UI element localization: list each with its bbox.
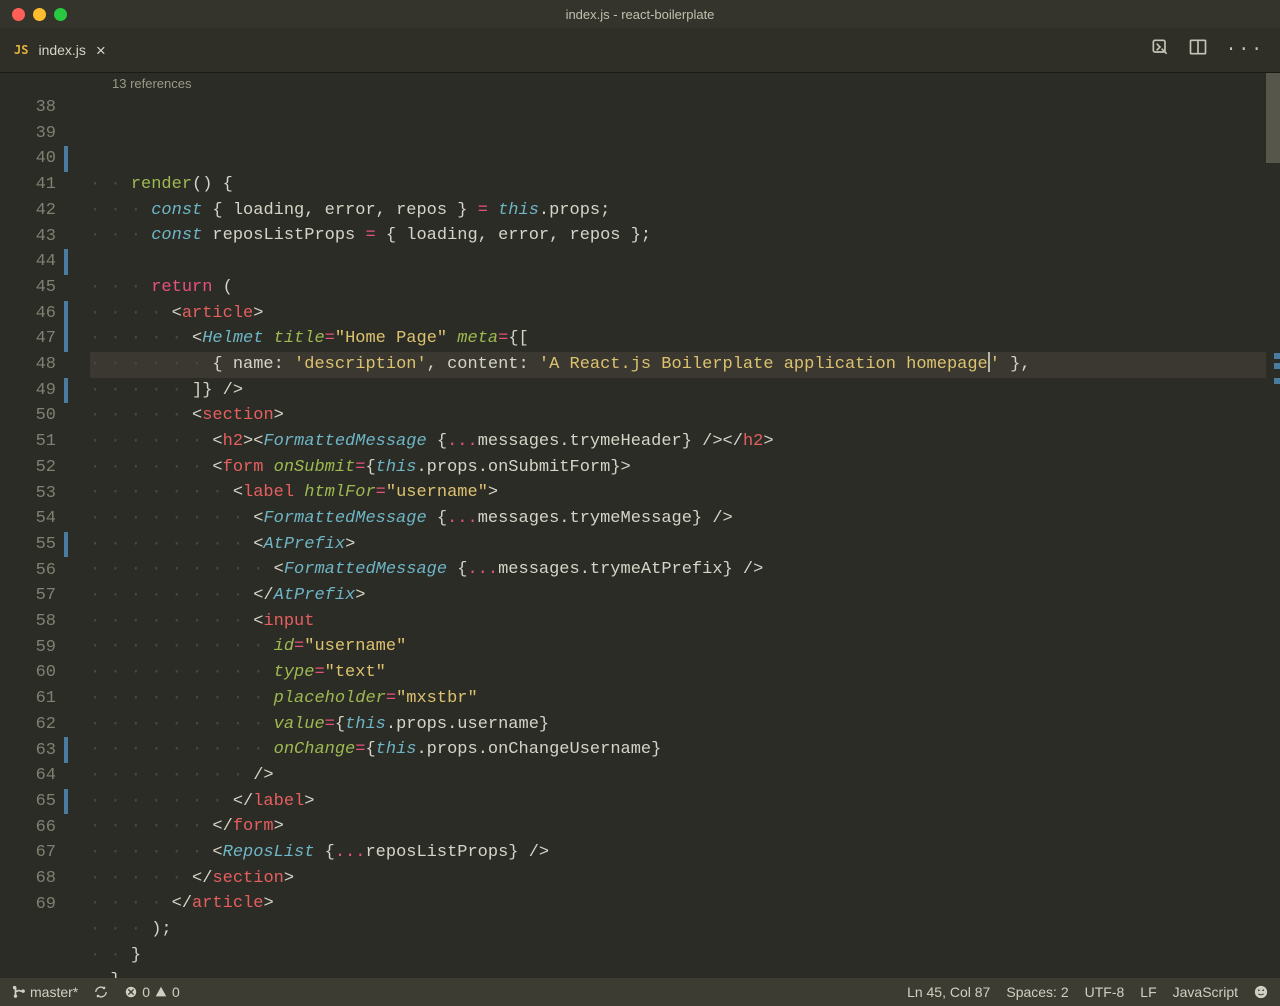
line-number: 49 xyxy=(0,378,56,404)
tab-indexjs[interactable]: JS index.js × xyxy=(0,28,120,72)
tab-filename: index.js xyxy=(38,42,85,58)
code-line[interactable]: · · · · · </section> xyxy=(90,866,1266,892)
status-language[interactable]: JavaScript xyxy=(1173,984,1238,1000)
line-number: 42 xyxy=(0,198,56,224)
code-line[interactable]: · · · · · · · · · <FormattedMessage {...… xyxy=(90,557,1266,583)
line-number: 52 xyxy=(0,455,56,481)
line-number: 54 xyxy=(0,506,56,532)
code-line[interactable]: · · · · · · </form> xyxy=(90,814,1266,840)
status-sync-icon[interactable] xyxy=(94,985,108,999)
line-number: 57 xyxy=(0,583,56,609)
tab-bar: JS index.js × ··· xyxy=(0,28,1280,73)
codelens-references[interactable]: 13 references xyxy=(112,73,192,97)
code-line[interactable]: · · · · · ]} /> xyxy=(90,378,1266,404)
line-number: 45 xyxy=(0,275,56,301)
maximize-window-icon[interactable] xyxy=(54,8,67,21)
code-line[interactable]: · · · const { loading, error, repos } = … xyxy=(90,198,1266,224)
overview-ruler-mark xyxy=(1274,363,1280,369)
tabbar-actions: ··· xyxy=(1150,28,1280,72)
code-line[interactable]: · · · · · · <h2><FormattedMessage {...me… xyxy=(90,429,1266,455)
code-line[interactable]: · · · · · · <form onSubmit={this.props.o… xyxy=(90,455,1266,481)
status-indentation[interactable]: Spaces: 2 xyxy=(1006,984,1068,1000)
line-number: 66 xyxy=(0,815,56,841)
overview-ruler-mark xyxy=(1274,353,1280,359)
line-number: 48 xyxy=(0,352,56,378)
line-number: 56 xyxy=(0,558,56,584)
code-line[interactable]: · · · · · · · · </AtPrefix> xyxy=(90,583,1266,609)
vertical-scrollbar[interactable] xyxy=(1266,73,1280,978)
code-line[interactable]: · · · · · <Helmet title="Home Page" meta… xyxy=(90,326,1266,352)
line-number: 38 xyxy=(0,95,56,121)
code-line[interactable]: · · · · · · · · · type="text" xyxy=(90,660,1266,686)
line-number-gutter: 3839404142434445464748495051525354555657… xyxy=(0,73,64,978)
status-bar: master* 0 0 Ln 45, Col 87 Spaces: 2 UTF-… xyxy=(0,978,1280,1006)
status-git-branch[interactable]: master* xyxy=(12,984,78,1000)
scrollbar-thumb[interactable] xyxy=(1266,73,1280,163)
line-number: 65 xyxy=(0,789,56,815)
status-encoding[interactable]: UTF-8 xyxy=(1085,984,1125,1000)
code-line[interactable]: · · · ); xyxy=(90,917,1266,943)
code-line[interactable]: · · · const reposListProps = { loading, … xyxy=(90,223,1266,249)
code-line[interactable]: · · · · · · · · · value={this.props.user… xyxy=(90,712,1266,738)
titlebar[interactable]: index.js - react-boilerplate xyxy=(0,0,1280,28)
code-line[interactable]: · · · · · · · </label> xyxy=(90,789,1266,815)
line-number: 68 xyxy=(0,866,56,892)
code-line[interactable]: · · · · · · · · <AtPrefix> xyxy=(90,532,1266,558)
line-number: 55 xyxy=(0,532,56,558)
split-editor-icon[interactable] xyxy=(1188,37,1208,63)
line-number: 58 xyxy=(0,609,56,635)
line-number: 39 xyxy=(0,121,56,147)
code-line[interactable]: · } xyxy=(90,968,1266,978)
window-controls xyxy=(12,8,67,21)
line-number: 64 xyxy=(0,763,56,789)
code-line[interactable]: · · · return ( xyxy=(90,275,1266,301)
line-number: 62 xyxy=(0,712,56,738)
code-line[interactable]: · · · · · · { name: 'description', conte… xyxy=(90,352,1266,378)
status-feedback-icon[interactable] xyxy=(1254,985,1268,999)
line-number: 53 xyxy=(0,481,56,507)
close-window-icon[interactable] xyxy=(12,8,25,21)
code-line[interactable]: · · · · · · · · · id="username" xyxy=(90,634,1266,660)
code-line[interactable]: · · · · · · <ReposList {...reposListProp… xyxy=(90,840,1266,866)
code-line[interactable]: · · · · <article> xyxy=(90,301,1266,327)
line-number: 67 xyxy=(0,840,56,866)
line-number: 61 xyxy=(0,686,56,712)
line-number: 60 xyxy=(0,660,56,686)
line-number: 43 xyxy=(0,224,56,250)
line-number: 41 xyxy=(0,172,56,198)
line-number: 69 xyxy=(0,892,56,918)
status-cursor-position[interactable]: Ln 45, Col 87 xyxy=(907,984,990,1000)
code-line[interactable]: · · · · · · · · /> xyxy=(90,763,1266,789)
status-problems[interactable]: 0 0 xyxy=(124,984,180,1000)
js-icon: JS xyxy=(14,43,28,57)
minimize-window-icon[interactable] xyxy=(33,8,46,21)
code-line[interactable]: · · · · · · · · · onChange={this.props.o… xyxy=(90,737,1266,763)
line-number: 44 xyxy=(0,249,56,275)
status-eol[interactable]: LF xyxy=(1140,984,1156,1000)
editor[interactable]: 3839404142434445464748495051525354555657… xyxy=(0,73,1280,978)
code-line[interactable]: · · render() { xyxy=(90,172,1266,198)
code-line[interactable]: · · · · · · · <label htmlFor="username"> xyxy=(90,480,1266,506)
more-actions-icon[interactable]: ··· xyxy=(1226,40,1264,60)
line-number: 40 xyxy=(0,146,56,172)
window-title: index.js - react-boilerplate xyxy=(0,7,1280,22)
code-line[interactable]: · · · · · · · · <input xyxy=(90,609,1266,635)
code-line[interactable]: · · · · </article> xyxy=(90,891,1266,917)
overview-ruler-mark xyxy=(1274,378,1280,384)
line-number: 50 xyxy=(0,403,56,429)
line-number: 46 xyxy=(0,301,56,327)
code-line[interactable]: · · · · · · · · · placeholder="mxstbr" xyxy=(90,686,1266,712)
close-tab-icon[interactable]: × xyxy=(96,42,106,59)
line-number: 59 xyxy=(0,635,56,661)
open-changes-icon[interactable] xyxy=(1150,37,1170,63)
line-number: 51 xyxy=(0,429,56,455)
line-number: 63 xyxy=(0,738,56,764)
code-line[interactable]: · · · · · <section> xyxy=(90,403,1266,429)
code-area[interactable]: 13 references · · render() {· · · const … xyxy=(68,73,1266,978)
code-line[interactable]: · · } xyxy=(90,943,1266,969)
line-number: 47 xyxy=(0,326,56,352)
code-line[interactable] xyxy=(90,249,1266,275)
code-line[interactable]: · · · · · · · · <FormattedMessage {...me… xyxy=(90,506,1266,532)
